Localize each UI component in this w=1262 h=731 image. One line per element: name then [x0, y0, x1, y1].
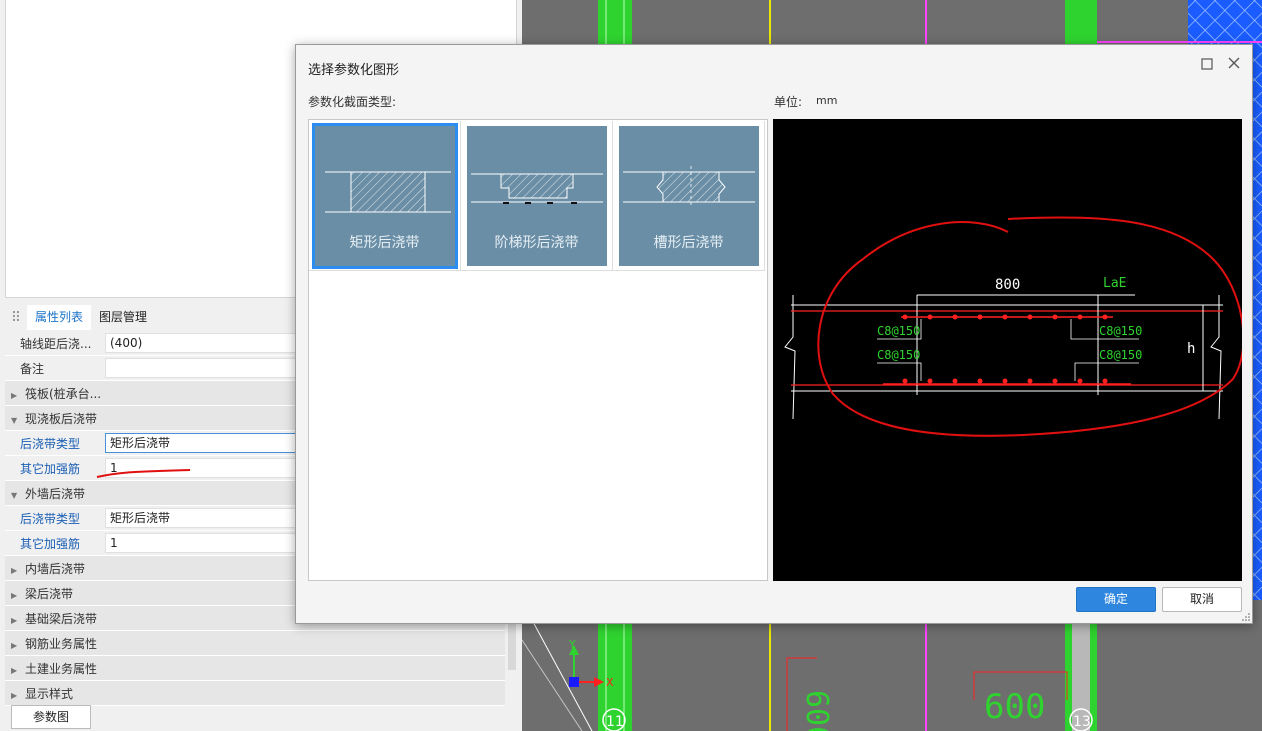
ucs-origin-icon — [569, 677, 579, 687]
property-key: 其它加强筋 — [20, 461, 81, 476]
shape-caption: 矩形后浇带 — [349, 235, 420, 251]
tab-layer-manage[interactable]: 图层管理 — [91, 305, 155, 330]
section-type-label: 参数化截面类型: — [308, 95, 397, 109]
group-label: 显示样式 — [25, 686, 74, 701]
caret-right-icon: ▶ — [11, 690, 18, 700]
shape-card-stepped[interactable]: 阶梯形后浇带 — [461, 121, 613, 271]
group-label: 梁后浇带 — [25, 586, 74, 601]
ucs-y-label: Y — [568, 638, 576, 651]
group-label: 外墙后浇带 — [25, 486, 86, 501]
group-label: 钢筋业务属性 — [25, 636, 98, 651]
hatched-region — [1188, 0, 1262, 44]
group-label: 筏板(桩承台... — [25, 386, 102, 401]
unit-value: mm — [816, 94, 838, 107]
select-param-shape-dialog: 选择参数化图形 参数化截面类型: 单位: mm 矩形后浇带 阶梯形后浇带 槽形后… — [295, 44, 1253, 624]
maximize-icon[interactable] — [1200, 57, 1214, 71]
caret-down-icon: ▼ — [11, 415, 18, 425]
property-key: 备注 — [20, 361, 45, 376]
ucs-x-label: X — [606, 676, 614, 689]
caret-right-icon: ▶ — [11, 590, 18, 600]
dimension-label-right: 600 — [984, 687, 1045, 727]
shape-caption: 槽形后浇带 — [653, 235, 724, 251]
caret-down-icon: ▼ — [11, 490, 18, 500]
group-label: 基础梁后浇带 — [25, 611, 98, 626]
property-key: 后浇带类型 — [20, 436, 81, 451]
shape-gallery: 矩形后浇带 阶梯形后浇带 槽形后浇带 — [308, 119, 768, 581]
width-dimension-label: 800 — [995, 277, 1020, 293]
caret-right-icon: ▶ — [11, 565, 18, 575]
hatched-region-edge — [1252, 40, 1262, 600]
break-symbol-right — [1210, 295, 1222, 420]
height-dimension-label: h — [1187, 341, 1195, 357]
close-icon[interactable] — [1226, 55, 1242, 71]
grid-label-13: 13 — [1073, 714, 1091, 730]
red-underline-annotation — [96, 469, 191, 478]
property-key: 后浇带类型 — [20, 511, 81, 526]
caret-right-icon: ▶ — [11, 390, 18, 400]
dimension-label-left: 600 — [799, 690, 834, 731]
group-label: 现浇板后浇带 — [25, 411, 98, 426]
caret-right-icon: ▶ — [11, 665, 18, 675]
rebar-label-top-right: C8@150 — [1099, 324, 1142, 338]
caret-right-icon: ▶ — [11, 640, 18, 650]
cancel-button[interactable]: 取消 — [1162, 587, 1242, 612]
param-diagram-button[interactable]: 参数图 — [11, 705, 91, 729]
shape-card-grooved[interactable]: 槽形后浇带 — [613, 121, 765, 271]
rebar-label-bottom-right: C8@150 — [1099, 348, 1142, 362]
group-civil-props[interactable]: ▶ 土建业务属性 — [5, 656, 505, 681]
property-key: 轴线距后浇... — [20, 336, 92, 351]
rebar-label-bottom-left: C8@150 — [877, 348, 920, 362]
unit-label: 单位: — [774, 95, 803, 109]
group-steel-props[interactable]: ▶ 钢筋业务属性 — [5, 631, 505, 656]
caret-right-icon: ▶ — [11, 615, 18, 625]
shape-card-rectangular[interactable]: 矩形后浇带 — [309, 121, 461, 271]
group-display-style[interactable]: ▶ 显示样式 — [5, 681, 505, 706]
ok-button[interactable]: 确定 — [1076, 587, 1156, 612]
grid-label-11: 11 — [606, 714, 624, 730]
property-key: 其它加强筋 — [20, 536, 81, 551]
tab-property-list[interactable]: 属性列表 — [27, 305, 92, 330]
group-label: 土建业务属性 — [25, 661, 98, 676]
drag-handle-icon[interactable]: ⠿ — [5, 310, 27, 326]
group-label: 内墙后浇带 — [25, 561, 86, 576]
shape-caption: 阶梯形后浇带 — [494, 235, 579, 251]
shape-preview: 800 LaE C8@150 C8@150 C8@150 C8@150 h — [773, 119, 1245, 581]
rebar-label-top-left: C8@150 — [877, 324, 920, 338]
resize-grip-icon[interactable] — [1242, 613, 1250, 621]
anchor-length-label: LaE — [1103, 276, 1126, 291]
dialog-title: 选择参数化图形 — [308, 63, 400, 78]
break-symbol-left — [784, 295, 796, 420]
preview-drawing: 800 LaE C8@150 C8@150 C8@150 C8@150 h — [784, 216, 1245, 437]
